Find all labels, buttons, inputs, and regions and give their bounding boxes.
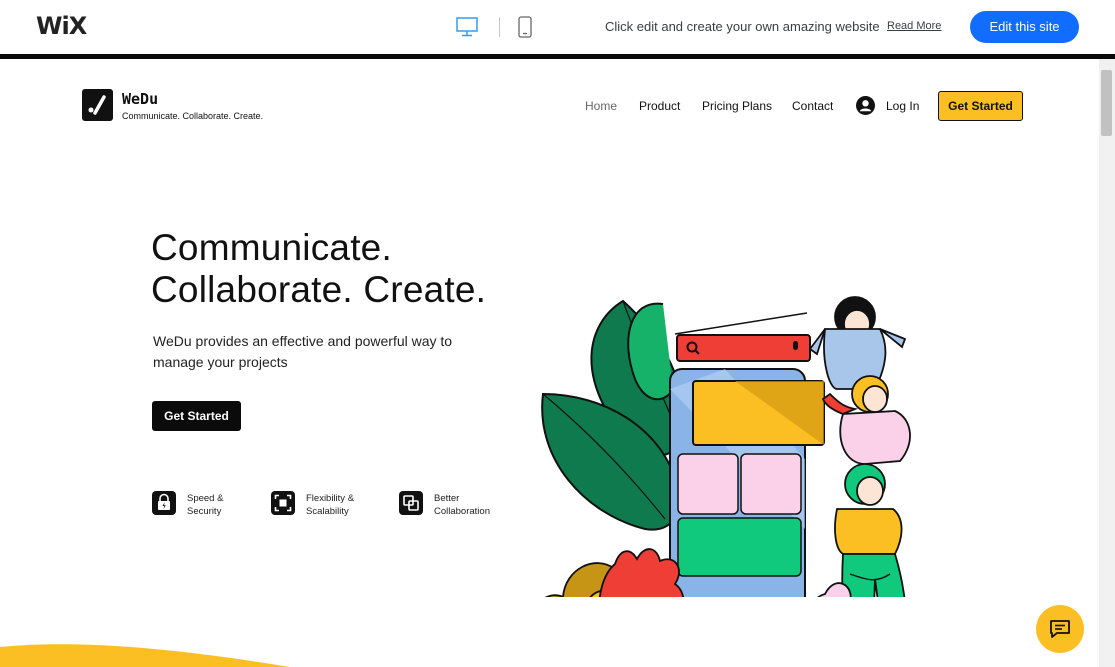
people-illustration [808,296,911,597]
feature-label-line2: Security [187,506,222,517]
header-get-started-button[interactable]: Get Started [938,91,1023,121]
nav-contact[interactable]: Contact [792,99,833,113]
feature-label-line1: Flexibility & [306,493,355,504]
wix-logo: WiX [36,12,87,40]
feature-label-line2: Collaboration [434,506,490,517]
nav-pricing-plans[interactable]: Pricing Plans [702,99,772,113]
expand-icon [271,491,295,515]
edit-site-button[interactable]: Edit this site [970,11,1079,43]
hero-title-line-1: Communicate. [151,227,392,268]
wix-top-bar: WiX Click edit and create your own amazi… [0,0,1115,54]
brand-name[interactable]: WeDu [122,90,158,108]
bottom-yellow-wave [0,644,290,667]
phone-illustration [669,368,825,597]
brand-tagline: Communicate. Collaborate. Create. [122,111,264,121]
wix-tagline: Click edit and create your own amazing w… [605,19,880,34]
search-bar-illustration [674,312,811,362]
lock-icon [152,491,176,515]
page-scrollbar[interactable] [1099,59,1115,667]
hero-get-started-button[interactable]: Get Started [152,401,241,431]
hero-title: Communicate. Collaborate. Create. [151,227,486,311]
feature-label-line2: Scalability [306,506,349,517]
user-avatar-icon[interactable] [856,96,875,115]
leaf-left [541,299,686,531]
overlap-squares-icon [399,491,423,515]
feature-label-line1: Speed & [187,493,224,504]
hero-illustration [541,296,911,597]
chat-icon [1050,620,1070,638]
brand-logo-icon[interactable] [82,89,113,121]
read-more-link[interactable]: Read More [887,20,941,32]
site-page: WeDu Communicate. Collaborate. Create. H… [0,59,1099,667]
desktop-icon[interactable] [456,17,478,37]
hero-description: WeDu provides an effective and powerful … [153,333,453,370]
nav-home[interactable]: Home [585,99,617,113]
chat-button[interactable] [1036,605,1084,653]
nav-product[interactable]: Product [639,99,680,113]
feature-label-line1: Better [434,493,460,504]
hero-title-line-2: Collaborate. Create. [151,269,487,310]
login-link[interactable]: Log In [886,99,919,113]
mobile-icon[interactable] [518,16,532,38]
scrollbar-thumb[interactable] [1101,70,1112,136]
device-separator [499,17,500,37]
